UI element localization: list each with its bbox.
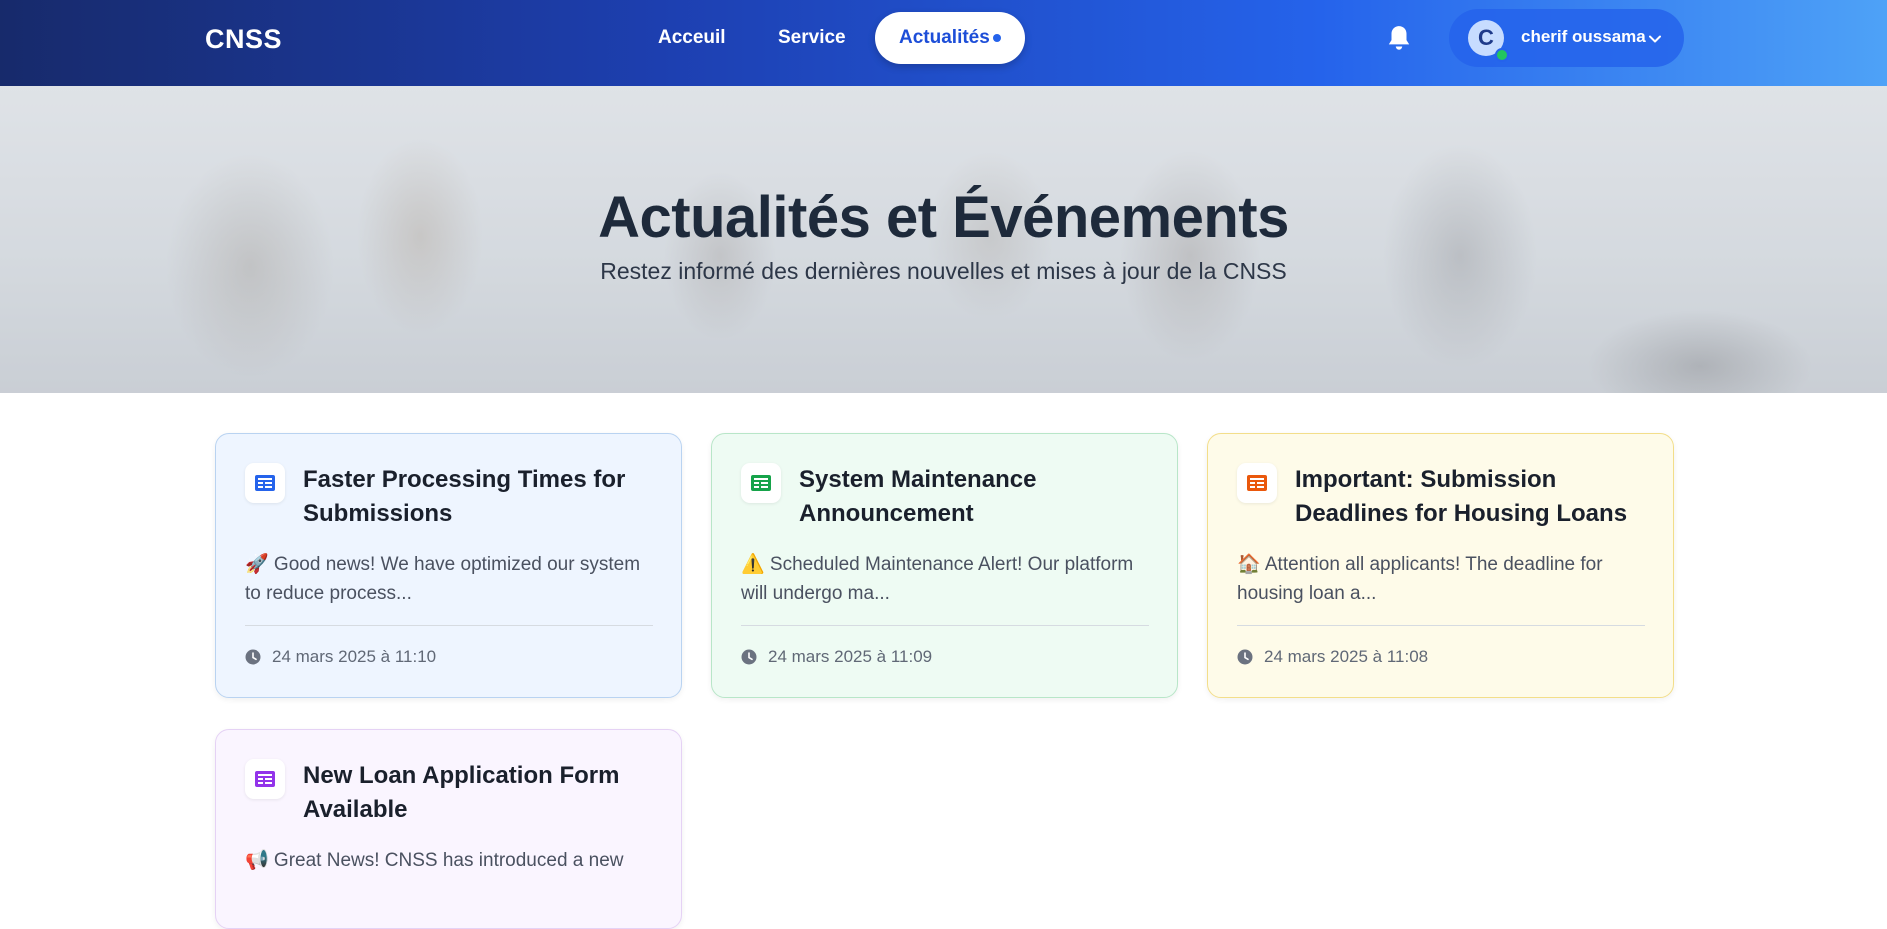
divider: [1237, 625, 1645, 626]
card-date-text: 24 mars 2025 à 11:10: [272, 647, 437, 666]
newspaper-icon: [245, 759, 285, 799]
bell-icon[interactable]: [1386, 24, 1412, 54]
nav-link-acceuil[interactable]: Acceuil: [658, 12, 726, 64]
news-card[interactable]: Important: Submission Deadlines for Hous…: [1207, 433, 1674, 698]
card-excerpt: ⚠️ Scheduled Maintenance Alert! Our plat…: [741, 554, 1134, 604]
page-subtitle: Restez informé des dernières nouvelles e…: [600, 258, 1287, 284]
card-title: New Loan Application Form Available: [303, 762, 620, 823]
card-date-text: 24 mars 2025 à 11:08: [1264, 647, 1429, 666]
chevron-down-icon: [1647, 31, 1663, 47]
online-status-dot: [1495, 48, 1509, 62]
news-card[interactable]: New Loan Application Form Available 📢 Gr…: [215, 729, 682, 929]
clock-icon: [245, 649, 261, 665]
divider: [245, 625, 653, 626]
nav-link-actualites[interactable]: Actualités: [875, 12, 1025, 64]
news-card[interactable]: Faster Processing Times for Submissions …: [215, 433, 682, 698]
nav-link-actualites-label: Actualités: [899, 27, 990, 48]
card-title: System Maintenance Announcement: [799, 466, 1037, 527]
active-indicator-dot: [993, 34, 1001, 42]
logo[interactable]: CNSS: [205, 24, 282, 55]
newspaper-icon: [245, 463, 285, 503]
top-navbar: CNSS Acceuil Service Actualités C cherif…: [0, 0, 1887, 86]
divider: [741, 625, 1149, 626]
newspaper-icon: [741, 463, 781, 503]
card-excerpt: 🏠 Attention all applicants! The deadline…: [1237, 554, 1603, 604]
clock-icon: [741, 649, 757, 665]
page-title: Actualités et Événements: [598, 185, 1289, 250]
card-title: Important: Submission Deadlines for Hous…: [1295, 466, 1628, 527]
hero-banner: Actualités et Événements Restez informé …: [0, 86, 1887, 393]
card-date-text: 24 mars 2025 à 11:09: [768, 647, 933, 666]
card-excerpt: 🚀 Good news! We have optimized our syste…: [245, 554, 641, 604]
user-menu[interactable]: C cherif oussama: [1449, 9, 1684, 67]
news-card[interactable]: System Maintenance Announcement ⚠️ Sched…: [711, 433, 1178, 698]
clock-icon: [1237, 649, 1253, 665]
newspaper-icon: [1237, 463, 1277, 503]
card-excerpt: 📢 Great News! CNSS has introduced a new: [245, 850, 624, 871]
user-name: cherif oussama: [1521, 27, 1646, 46]
card-title: Faster Processing Times for Submissions: [303, 466, 626, 527]
nav-link-service[interactable]: Service: [778, 12, 846, 64]
